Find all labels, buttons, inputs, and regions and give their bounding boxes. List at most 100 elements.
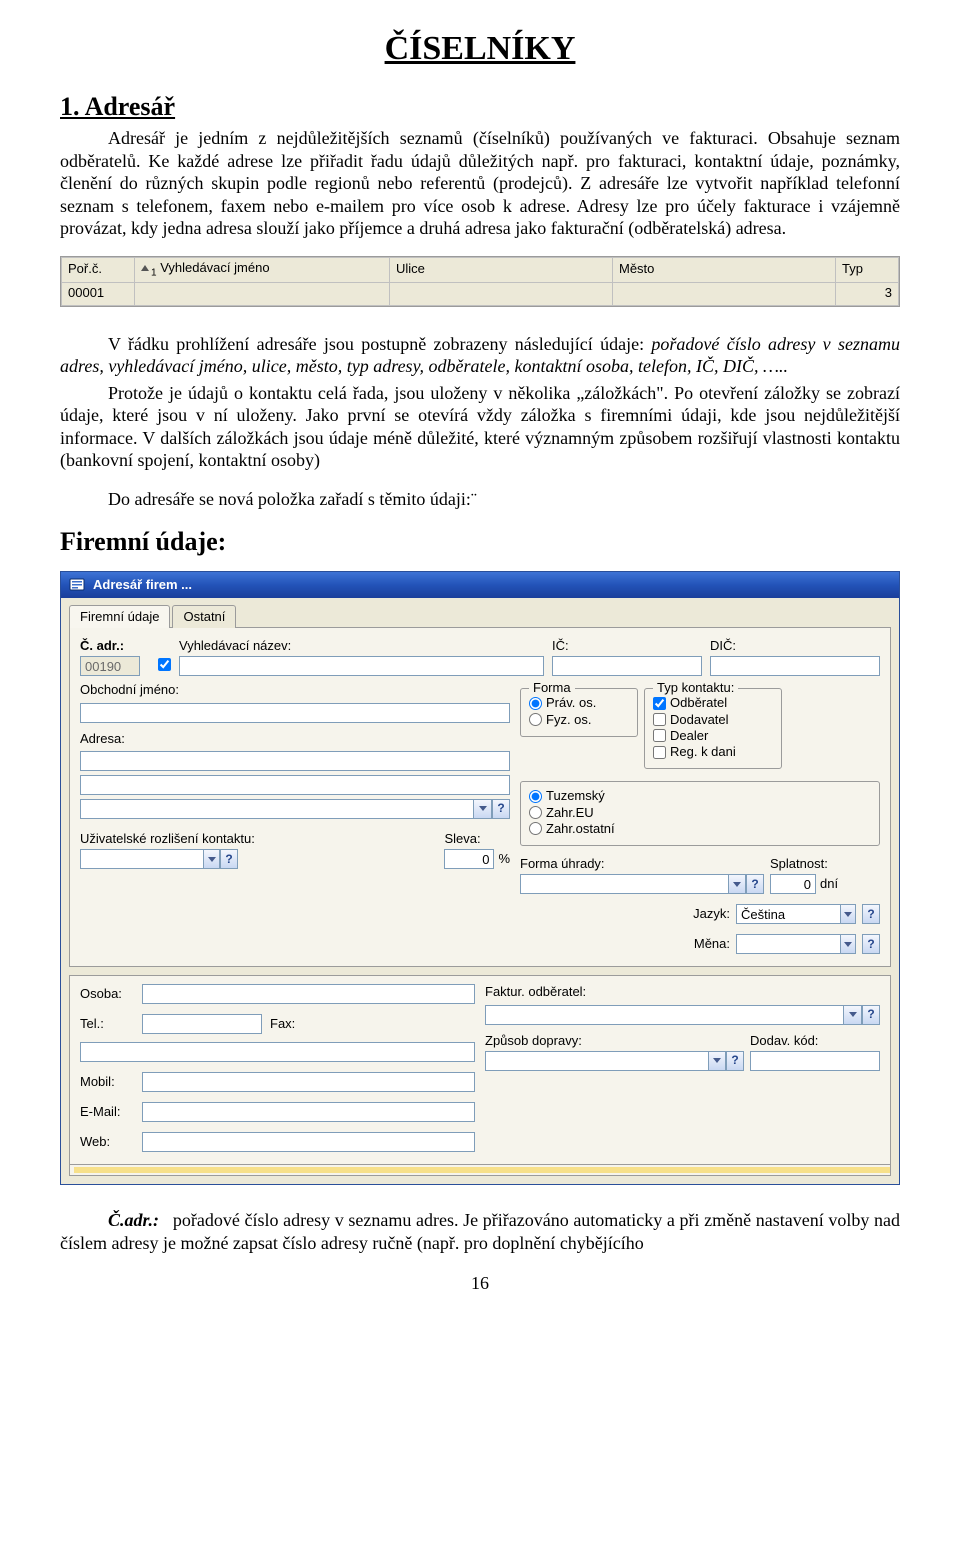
vyhl-checkbox[interactable]	[158, 658, 171, 671]
radio-prav-os-label: Práv. os.	[546, 695, 596, 711]
radio-zahr-ostatni-input[interactable]	[529, 822, 542, 835]
mena-help-button[interactable]: ?	[862, 934, 880, 954]
input-cadr[interactable]	[80, 656, 140, 676]
forma-uhrady-combo[interactable]	[520, 874, 746, 894]
forma-uhrady-wrap: ?	[520, 874, 764, 894]
col-typ[interactable]: Typ	[836, 257, 899, 282]
adresa-3-help-button[interactable]: ?	[492, 799, 510, 819]
radio-fyz-os[interactable]: Fyz. os.	[529, 712, 629, 728]
row-fuhrady-splatnost: Forma úhrady: ? Splatnost:	[520, 856, 880, 894]
radio-tuzemsky-input[interactable]	[529, 790, 542, 803]
legend-typ: Typ kontaktu:	[653, 680, 738, 696]
radio-zahr-ostatni[interactable]: Zahr.ostatní	[529, 821, 871, 837]
cell-por: 00001	[62, 282, 135, 305]
check-dealer[interactable]: Dealer	[653, 728, 773, 744]
jazyk-help-button[interactable]: ?	[862, 904, 880, 924]
tab-firemni-udaje[interactable]: Firemní údaje	[69, 605, 170, 628]
fakt-odb-combo[interactable]	[485, 1005, 862, 1025]
forma-uhrady-help-button[interactable]: ?	[746, 874, 764, 894]
doprava-dropdown-button[interactable]	[708, 1052, 725, 1070]
input-adresa-2[interactable]	[80, 775, 510, 795]
check-dodavatel-label: Dodavatel	[670, 712, 729, 728]
label-tel: Tel.:	[80, 1016, 134, 1032]
col-typ-label: Typ	[842, 261, 863, 276]
col-jmeno[interactable]: 1 Vyhledávací jméno	[135, 257, 390, 282]
check-dodavatel-input[interactable]	[653, 713, 666, 726]
col-ulice[interactable]: Ulice	[390, 257, 613, 282]
row-mobil: Mobil:	[80, 1072, 475, 1092]
mena-combo[interactable]	[736, 934, 856, 954]
input-mobil[interactable]	[142, 1072, 475, 1092]
vyhl-check-wrap	[158, 658, 171, 671]
col-jmeno-label: Vyhledávací jméno	[160, 260, 269, 275]
input-fakt-odberatel[interactable]	[486, 1006, 843, 1024]
page-number: 16	[60, 1272, 900, 1295]
input-mena[interactable]	[737, 935, 840, 953]
subheading-firemni: Firemní údaje:	[60, 526, 900, 559]
check-dealer-input[interactable]	[653, 729, 666, 742]
col-mesto[interactable]: Město	[613, 257, 836, 282]
window-title: Adresář firem ...	[93, 577, 192, 593]
input-email[interactable]	[142, 1102, 475, 1122]
forma-uhrady-dropdown-button[interactable]	[728, 875, 745, 893]
contact-right: Faktur. odběratel: ? Způsob dopravy:	[485, 984, 880, 1077]
check-dodavatel[interactable]: Dodavatel	[653, 712, 773, 728]
uziv-rozliseni-combo[interactable]	[80, 849, 220, 869]
input-splatnost[interactable]	[770, 874, 816, 894]
label-dic: DIČ:	[710, 638, 880, 654]
input-web[interactable]	[142, 1132, 475, 1152]
input-uziv-rozliseni[interactable]	[81, 850, 203, 868]
chevron-down-icon	[844, 942, 852, 947]
col-por[interactable]: Poř.č.	[62, 257, 135, 282]
input-sleva[interactable]	[444, 849, 494, 869]
input-ic[interactable]	[552, 656, 702, 676]
fieldset-typ-kontaktu: Typ kontaktu: Odběratel Dodavatel Dealer…	[644, 688, 782, 769]
uziv-rozliseni-help-button[interactable]: ?	[220, 849, 238, 869]
input-osoba[interactable]	[142, 984, 475, 1004]
check-dealer-label: Dealer	[670, 728, 708, 744]
radio-fyz-os-input[interactable]	[529, 713, 542, 726]
field-splatnost: Splatnost: dní	[770, 856, 880, 894]
input-dic[interactable]	[710, 656, 880, 676]
question-icon: ?	[867, 907, 874, 922]
input-jazyk[interactable]	[737, 905, 840, 923]
sort-index: 1	[151, 267, 157, 278]
input-doprava[interactable]	[486, 1052, 708, 1070]
input-vyhl-nazev[interactable]	[179, 656, 544, 676]
jazyk-dropdown-button[interactable]	[840, 905, 855, 923]
input-adresa-3-combo[interactable]	[80, 799, 492, 819]
radio-zahr-eu[interactable]: Zahr.EU	[529, 805, 871, 821]
table-row[interactable]: 00001 3	[62, 282, 899, 305]
check-odberatel-input[interactable]	[653, 697, 666, 710]
input-forma-uhrady[interactable]	[521, 875, 728, 893]
window-titlebar: Adresář firem ...	[61, 572, 899, 598]
input-adresa-3[interactable]	[81, 800, 473, 818]
radio-prav-os-input[interactable]	[529, 697, 542, 710]
mena-dropdown-button[interactable]	[840, 935, 855, 953]
check-odberatel[interactable]: Odběratel	[653, 695, 773, 711]
input-adresa-1[interactable]	[80, 751, 510, 771]
paragraph-rowdesc: V řádku prohlížení adresáře jsou postupn…	[60, 333, 900, 378]
uziv-rozliseni-dropdown-button[interactable]	[203, 850, 219, 868]
input-obch-jmeno[interactable]	[80, 703, 510, 723]
label-fax: Fax:	[270, 1016, 295, 1032]
radio-tuzemsky[interactable]: Tuzemský	[529, 788, 871, 804]
field-dic: DIČ:	[710, 638, 880, 676]
radio-prav-os[interactable]: Práv. os.	[529, 695, 629, 711]
legend-forma: Forma	[529, 680, 575, 696]
doprava-help-button[interactable]: ?	[726, 1051, 744, 1071]
tab-ostatni[interactable]: Ostatní	[172, 605, 236, 628]
fakt-odb-help-button[interactable]: ?	[862, 1005, 880, 1025]
check-reg-k-dani-input[interactable]	[653, 746, 666, 759]
input-tel[interactable]	[142, 1014, 262, 1034]
radio-tuzemsky-label: Tuzemský	[546, 788, 605, 804]
row-osoba: Osoba:	[80, 984, 475, 1004]
adresa-3-dropdown-button[interactable]	[473, 800, 491, 818]
check-reg-k-dani[interactable]: Reg. k dani	[653, 744, 773, 760]
fakt-odb-dropdown-button[interactable]	[843, 1006, 861, 1024]
jazyk-combo[interactable]	[736, 904, 856, 924]
input-fax[interactable]	[80, 1042, 475, 1062]
input-dodkod[interactable]	[750, 1051, 880, 1071]
radio-zahr-eu-input[interactable]	[529, 806, 542, 819]
doprava-combo[interactable]	[485, 1051, 726, 1071]
